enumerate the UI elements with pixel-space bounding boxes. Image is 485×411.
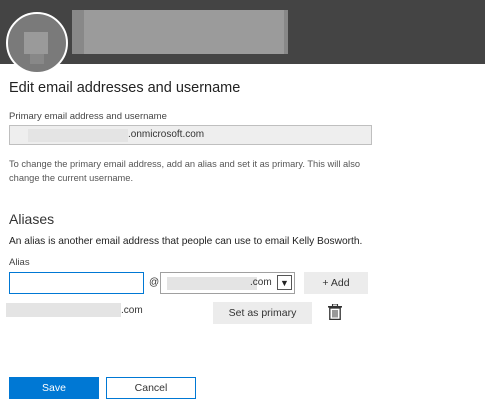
redacted-username [28,129,128,142]
primary-email-domain: .onmicrosoft.com [128,129,205,140]
trash-icon[interactable] [328,304,342,320]
profile-header [0,0,485,64]
primary-email-field: .onmicrosoft.com [9,125,372,145]
domain-suffix: .com [250,277,272,288]
alias-input[interactable] [9,272,144,294]
primary-email-help: To change the primary email address, add… [9,159,361,183]
primary-email-label: Primary email address and username [9,111,167,122]
avatar [6,12,68,74]
redacted-user-name [72,10,288,54]
redacted-domain [167,277,257,290]
cancel-button[interactable]: Cancel [106,377,196,399]
aliases-description: An alias is another email address that p… [9,236,363,247]
domain-select[interactable]: .com ▼ [160,272,295,294]
page-title: Edit email addresses and username [9,80,241,96]
save-button[interactable]: Save [9,377,99,399]
aliases-heading: Aliases [9,211,55,227]
alias-label: Alias [9,257,30,268]
alias-domain-suffix: .com [121,305,143,316]
set-as-primary-button[interactable]: Set as primary [213,302,312,324]
at-sign: @ [149,277,160,288]
chevron-down-icon[interactable]: ▼ [277,275,292,290]
add-alias-button[interactable]: + Add [304,272,368,294]
redacted-alias [6,303,121,317]
